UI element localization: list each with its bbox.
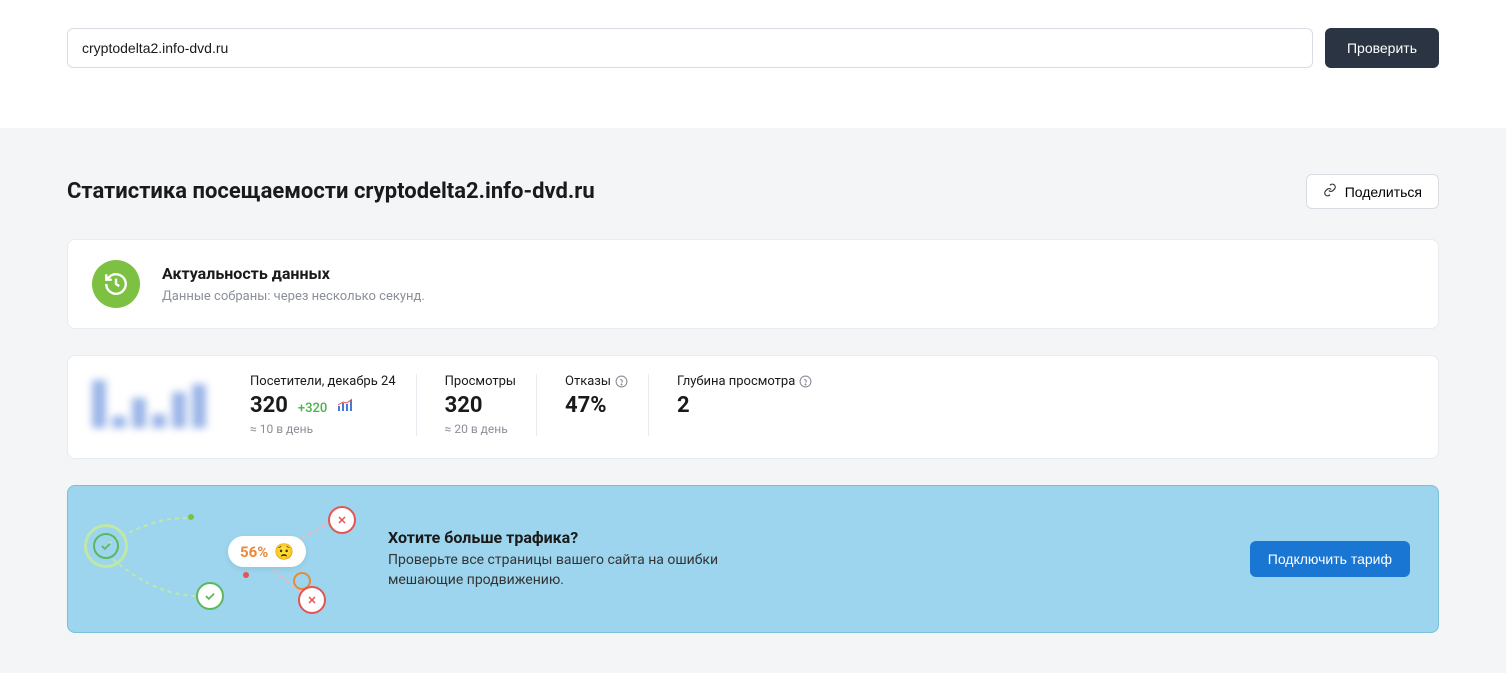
stat-depth: Глубина просмотра 2 <box>657 374 832 436</box>
promo-illustration: 56% 😟 <box>68 504 388 614</box>
domain-input[interactable] <box>67 28 1313 68</box>
help-icon[interactable] <box>615 375 628 388</box>
stat-depth-value: 2 <box>677 393 690 418</box>
stat-bounces: Отказы 47% <box>545 374 649 436</box>
freshness-subtitle: Данные собраны: через несколько секунд. <box>162 289 425 304</box>
stat-views-label: Просмотры <box>445 374 516 389</box>
sad-emoji-icon: 😟 <box>274 542 294 561</box>
stat-depth-label: Глубина просмотра <box>677 374 795 389</box>
x-icon <box>328 506 356 534</box>
stats-card: Посетители, декабрь 24 320 +320 ≈ 10 в д… <box>67 355 1439 459</box>
promo-desc-line2: мешающие продвижению. <box>388 572 564 588</box>
stat-visitors-delta: +320 <box>298 401 327 416</box>
x-icon <box>298 586 326 614</box>
promo-pill: 56% 😟 <box>228 536 306 567</box>
stat-views-value: 320 <box>445 393 483 418</box>
history-icon <box>92 260 140 308</box>
stat-visitors-value: 320 <box>250 393 288 418</box>
stat-visitors-foot: ≈ 10 в день <box>250 422 396 436</box>
stat-views: Просмотры 320 ≈ 20 в день <box>425 374 537 436</box>
share-label: Поделиться <box>1345 184 1422 200</box>
check-button[interactable]: Проверить <box>1325 28 1439 68</box>
stat-visitors: Посетители, декабрь 24 320 +320 ≈ 10 в д… <box>230 374 417 436</box>
help-icon[interactable] <box>799 375 812 388</box>
link-icon <box>1323 183 1337 200</box>
check-icon <box>196 582 224 610</box>
freshness-title: Актуальность данных <box>162 264 425 283</box>
check-ring-icon <box>84 524 128 568</box>
stat-bounces-label: Отказы <box>565 374 611 389</box>
dot-icon <box>243 572 249 578</box>
promo-banner: 56% 😟 Хотите больше трафика? Проверьте в… <box>67 485 1439 633</box>
freshness-card: Актуальность данных Данные собраны: чере… <box>67 239 1439 329</box>
promo-desc-line1: Проверьте все страницы вашего сайта на о… <box>388 552 718 568</box>
heading-row: Статистика посещаемости cryptodelta2.inf… <box>67 174 1439 209</box>
stat-bounces-value: 47% <box>565 393 607 418</box>
share-button[interactable]: Поделиться <box>1306 174 1439 209</box>
trend-icon <box>337 397 355 411</box>
page-title: Статистика посещаемости cryptodelta2.inf… <box>67 179 595 204</box>
dot-icon <box>188 514 194 520</box>
promo-pill-pct: 56% <box>240 543 268 561</box>
stat-views-foot: ≈ 20 в день <box>445 422 516 436</box>
promo-title: Хотите больше трафика? <box>388 528 1250 547</box>
connect-plan-button[interactable]: Подключить тариф <box>1250 541 1410 577</box>
sparkline-chart <box>92 374 212 428</box>
stat-visitors-label: Посетители, декабрь 24 <box>250 374 396 389</box>
search-row: Проверить <box>67 0 1439 68</box>
